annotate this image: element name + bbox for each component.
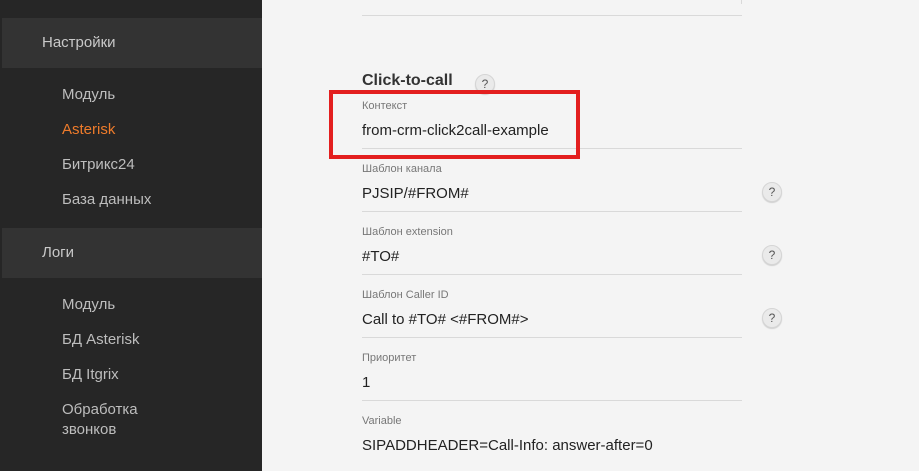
- sidebar-item-asterisk[interactable]: Asterisk: [62, 120, 115, 140]
- variable-label: Variable: [362, 415, 402, 427]
- caller-id-template-input[interactable]: Call to #TO# <#FROM#>: [362, 310, 742, 330]
- previous-field-underline: [362, 15, 742, 16]
- priority-label: Приоритет: [362, 352, 417, 364]
- sidebar-item-call-processing-line2: звонков: [62, 421, 117, 438]
- previous-field-edge: [741, 0, 742, 4]
- extension-template-help-icon[interactable]: ?: [762, 245, 782, 265]
- sidebar-item-call-processing[interactable]: Обработка звонков: [62, 400, 138, 440]
- channel-template-input[interactable]: PJSIP/#FROM#: [362, 184, 742, 204]
- caller-id-template-underline: [362, 337, 742, 338]
- sidebar-item-logs-module[interactable]: Модуль: [62, 295, 115, 315]
- sidebar-section-logs[interactable]: Логи: [2, 228, 262, 278]
- sidebar-item-database[interactable]: База данных: [62, 190, 151, 210]
- channel-template-help-icon[interactable]: ?: [762, 182, 782, 202]
- sidebar-item-db-asterisk[interactable]: БД Asterisk: [62, 330, 140, 350]
- variable-input[interactable]: SIPADDHEADER=Call-Info: answer-after=0: [362, 436, 742, 456]
- priority-underline: [362, 400, 742, 401]
- sidebar-item-bitrix24[interactable]: Битрикс24: [62, 155, 135, 175]
- priority-input[interactable]: 1: [362, 373, 742, 393]
- extension-template-underline: [362, 274, 742, 275]
- highlight-box: [329, 90, 580, 159]
- sidebar-item-call-processing-line1: Обработка: [62, 401, 138, 418]
- sidebar-item-module[interactable]: Модуль: [62, 85, 115, 105]
- section-title-click-to-call: Click-to-call: [362, 72, 453, 89]
- sidebar-section-settings[interactable]: Настройки: [2, 18, 262, 68]
- channel-template-underline: [362, 211, 742, 212]
- caller-id-template-help-icon[interactable]: ?: [762, 308, 782, 328]
- extension-template-label: Шаблон extension: [362, 226, 453, 238]
- extension-template-input[interactable]: #TO#: [362, 247, 742, 267]
- sidebar: Настройки Модуль Asterisk Битрикс24 База…: [0, 0, 262, 471]
- caller-id-template-label: Шаблон Caller ID: [362, 289, 449, 301]
- sidebar-item-db-itgrix[interactable]: БД Itgrix: [62, 365, 119, 385]
- channel-template-label: Шаблон канала: [362, 163, 442, 175]
